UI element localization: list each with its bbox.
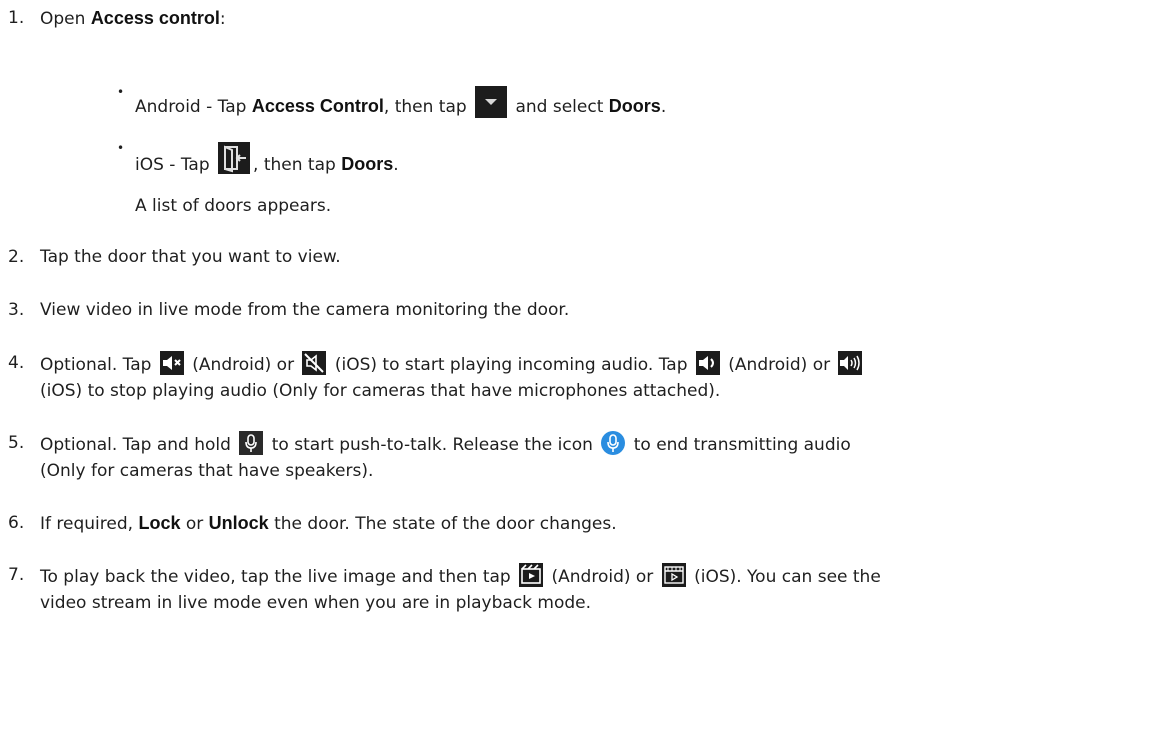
- step-text: (Only for cameras that have speakers).: [40, 461, 374, 481]
- ui-term: Doors: [341, 154, 394, 174]
- speaker-muted-ios-icon: [302, 351, 327, 375]
- ui-term: Access control: [90, 8, 220, 28]
- dropdown-arrow-icon: [475, 86, 508, 118]
- step-text: and select: [510, 97, 609, 117]
- playback-android-icon: [519, 563, 544, 587]
- instructions-document: 1. Open Access control: • Android - Tap …: [0, 0, 1154, 747]
- step-text: If required,: [40, 514, 139, 534]
- step-text: (iOS). You can see the: [688, 567, 881, 587]
- note-text: A list of doors appears.: [135, 196, 332, 216]
- step-text: Open: [40, 9, 91, 29]
- step-text: (Android) or: [186, 355, 300, 375]
- platform-label: Android: [135, 97, 201, 117]
- step-text: or: [180, 514, 209, 534]
- step-text: to end transmitting audio: [628, 435, 851, 455]
- bullet: •: [117, 141, 125, 155]
- step-text: Optional. Tap and hold: [40, 435, 237, 455]
- step-text: .: [660, 97, 667, 117]
- speaker-on-android-icon: [695, 351, 720, 375]
- step-number: 6.: [8, 513, 25, 533]
- step-text: video stream in live mode even when you …: [40, 593, 592, 613]
- step-text: (iOS) to stop playing audio (Only for ca…: [40, 381, 721, 401]
- platform-label: iOS: [135, 155, 164, 175]
- microphone-icon: [239, 431, 264, 455]
- playback-ios-icon: [661, 563, 686, 587]
- step-number: 3.: [8, 300, 25, 320]
- step-text: :: [219, 9, 226, 29]
- ui-term: Lock: [138, 513, 181, 533]
- step-text: - Tap: [163, 155, 216, 175]
- step-text: the door. The state of the door changes.: [268, 514, 617, 534]
- door-exit-icon: [218, 142, 251, 174]
- step-number: 2.: [8, 247, 25, 267]
- speaker-on-ios-icon: [838, 351, 863, 375]
- speaker-muted-android-icon: [159, 351, 184, 375]
- microphone-active-icon: [601, 431, 626, 455]
- step-number: 1.: [8, 8, 25, 28]
- step-text: (Android) or: [546, 567, 659, 587]
- step-text: to start push-to-talk. Release the icon: [266, 435, 599, 455]
- step-text: View video in live mode from the camera …: [40, 300, 570, 320]
- step-number: 4.: [8, 353, 25, 373]
- step-text: Optional. Tap: [40, 355, 157, 375]
- step-text: To play back the video, tap the live ima…: [40, 567, 517, 587]
- step-text: - Tap: [200, 97, 252, 117]
- step-text: , then tap: [383, 97, 473, 117]
- ui-term: Unlock: [208, 513, 269, 533]
- step-number: 5.: [8, 433, 25, 453]
- step-text: Tap the door that you want to view.: [40, 247, 341, 267]
- step-number: 7.: [8, 565, 25, 585]
- step-text: .: [393, 155, 399, 175]
- ui-term: Doors: [608, 96, 661, 116]
- step-text: (Android) or: [722, 355, 836, 375]
- step-text: (iOS) to start playing incoming audio. T…: [329, 355, 693, 375]
- ui-term: Access Control: [251, 96, 384, 116]
- step-text: , then tap: [253, 155, 342, 175]
- bullet: •: [117, 85, 125, 99]
